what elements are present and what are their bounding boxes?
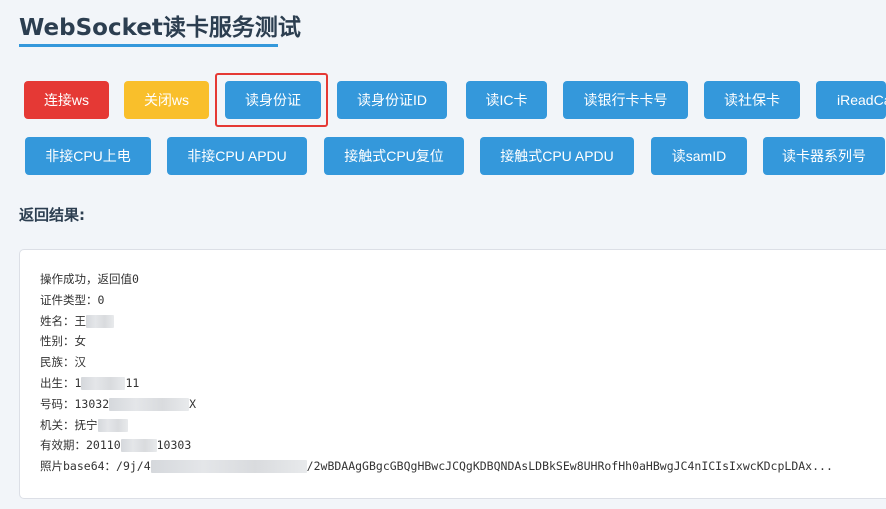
result-text: 民族：汉: [40, 355, 86, 370]
result-text: 有效期：20110: [40, 438, 121, 453]
result-line: 操作成功，返回值0: [40, 269, 833, 290]
contactless-cpu-apdu-button[interactable]: 非接CPU APDU: [167, 137, 307, 175]
result-text: 姓名：王: [40, 313, 86, 328]
result-line: 机关：抚宁: [40, 415, 833, 436]
redacted-block: [150, 460, 307, 474]
result-text: X: [189, 396, 197, 411]
contact-cpu-apdu-button[interactable]: 接触式CPU APDU: [480, 137, 634, 175]
read-social-security-card-button[interactable]: 读社保卡: [704, 81, 800, 119]
read-bank-card-button[interactable]: 读银行卡卡号: [563, 81, 688, 119]
title-underline: [19, 44, 278, 47]
highlight-box: [215, 73, 328, 127]
result-text: 证件类型：0: [40, 292, 105, 307]
close-ws-button[interactable]: 关闭ws: [124, 81, 209, 119]
result-line: 照片base64：/9j/4/2wBDAAgGBgcGBQgHBwcJCQgKD…: [40, 456, 833, 477]
result-text: 操作成功，返回值0: [40, 272, 139, 286]
result-line: 证件类型：0: [40, 290, 833, 311]
redacted-block: [97, 418, 128, 432]
result-line: 出生：1 11: [40, 373, 833, 394]
result-text: /2wBDAAgGBgcGBQgHBwcJCQgKDBQNDAsLDBkSEw8…: [306, 459, 833, 474]
result-output: 操作成功，返回值0 证件类型：0 姓名：王 性别：女 民族：汉 出生：1 11 号…: [40, 269, 833, 477]
redacted-block: [109, 397, 190, 411]
result-label: 返回结果:: [19, 206, 85, 224]
result-text: 号码：13032: [40, 396, 110, 411]
result-line: 性别：女: [40, 331, 833, 352]
contactless-cpu-power-on-button[interactable]: 非接CPU上电: [25, 137, 151, 175]
iread-card-button[interactable]: iReadCa: [816, 81, 886, 119]
result-line: 姓名：王: [40, 311, 833, 332]
result-line: 号码：13032 X: [40, 394, 833, 415]
result-text: 11: [125, 375, 140, 390]
redacted-block: [86, 314, 114, 328]
result-text: 性别：女: [40, 334, 86, 349]
redacted-block: [81, 376, 126, 390]
contact-cpu-reset-button[interactable]: 接触式CPU复位: [324, 137, 464, 175]
result-line: 民族：汉: [40, 352, 833, 373]
result-text: 照片base64：/9j/4: [40, 459, 151, 474]
read-sam-id-button[interactable]: 读samID: [651, 137, 747, 175]
read-id-card-id-button[interactable]: 读身份证ID: [337, 81, 447, 119]
read-ic-card-button[interactable]: 读IC卡: [466, 81, 547, 119]
page-title: WebSocket读卡服务测试: [19, 15, 301, 41]
connect-ws-button[interactable]: 连接ws: [24, 81, 109, 119]
result-text: 出生：1: [40, 375, 82, 390]
result-text: 10303: [156, 438, 192, 453]
redacted-block: [120, 439, 157, 453]
result-line: 有效期：20110 10303: [40, 435, 833, 456]
read-reader-serial-button[interactable]: 读卡器系列号: [763, 137, 885, 175]
result-text: 机关：抚宁: [40, 417, 98, 432]
